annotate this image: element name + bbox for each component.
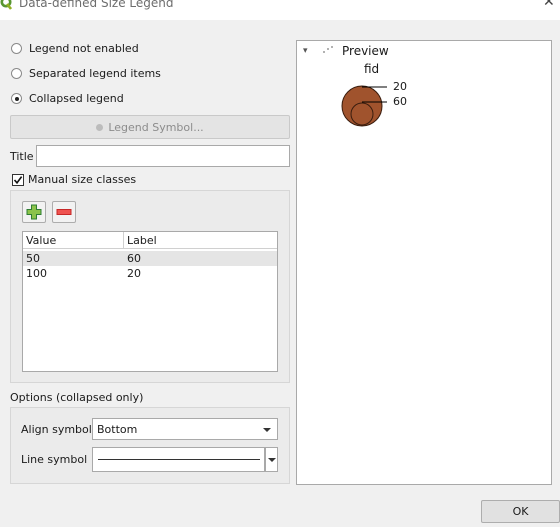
line-symbol-preview xyxy=(98,459,260,460)
radio-legend-not-enabled-label[interactable]: Legend not enabled xyxy=(29,42,139,55)
radio-separated-legend-items[interactable] xyxy=(11,68,22,79)
legend-symbol-button-label: Legend Symbol... xyxy=(108,120,204,134)
size-label-large: 20 xyxy=(393,80,407,93)
size-classes-table[interactable]: Value Label 50 60 100 20 xyxy=(22,231,278,372)
symbol-dot-icon xyxy=(96,123,104,131)
options-section-label: Options (collapsed only) xyxy=(10,391,144,404)
cell-value[interactable]: 100 xyxy=(26,266,47,281)
manual-size-classes-checkbox[interactable] xyxy=(12,174,24,186)
title-input[interactable] xyxy=(36,145,290,167)
radio-collapsed-legend[interactable] xyxy=(11,93,22,104)
align-symbols-value: Bottom xyxy=(97,423,138,436)
add-class-button[interactable] xyxy=(22,201,46,223)
line-symbol-dropdown-button[interactable] xyxy=(265,447,278,472)
cell-value[interactable]: 50 xyxy=(26,251,40,266)
line-symbol-label: Line symbol xyxy=(21,453,88,466)
cell-label[interactable]: 60 xyxy=(127,251,141,266)
align-symbols-combobox[interactable]: Bottom xyxy=(92,418,278,440)
radio-collapsed-legend-label[interactable]: Collapsed legend xyxy=(29,92,124,105)
title-label: Title xyxy=(10,150,34,163)
chevron-down-icon xyxy=(263,428,271,432)
preview-field-name: fid xyxy=(364,62,380,76)
remove-class-button[interactable] xyxy=(52,201,76,223)
ok-button-label: OK xyxy=(512,505,529,518)
radio-separated-legend-items-label[interactable]: Separated legend items xyxy=(29,67,161,80)
cell-label[interactable]: 20 xyxy=(127,266,141,281)
legend-symbol-button[interactable]: Legend Symbol... xyxy=(10,115,290,139)
column-header-label[interactable]: Label xyxy=(124,232,277,249)
qgis-logo-icon xyxy=(0,0,12,10)
column-header-value[interactable]: Value xyxy=(23,232,124,249)
table-row[interactable]: 100 20 xyxy=(23,266,277,281)
chevron-down-icon xyxy=(268,458,276,462)
collapsed-size-legend-symbols xyxy=(341,85,387,127)
align-symbols-label: Align symbols xyxy=(21,423,98,436)
preview-header: Preview xyxy=(342,44,389,58)
ok-button[interactable]: OK xyxy=(481,500,560,523)
manual-size-classes-label[interactable]: Manual size classes xyxy=(28,173,136,186)
line-symbol-button[interactable] xyxy=(92,447,265,472)
table-row[interactable]: 50 60 xyxy=(23,251,277,266)
legend-preview-panel: ▾ Preview fid 20 60 xyxy=(296,40,552,485)
collapse-arrow-icon[interactable]: ▾ xyxy=(303,46,308,56)
plus-icon xyxy=(26,204,42,220)
window-title: Data-defined Size Legend xyxy=(19,0,174,10)
preview-layer-icon xyxy=(323,46,333,53)
radio-legend-not-enabled[interactable] xyxy=(11,43,22,54)
size-label-small: 60 xyxy=(393,95,407,108)
close-icon[interactable]: ✕ xyxy=(543,0,555,10)
minus-icon xyxy=(56,209,72,215)
check-icon xyxy=(13,176,23,185)
